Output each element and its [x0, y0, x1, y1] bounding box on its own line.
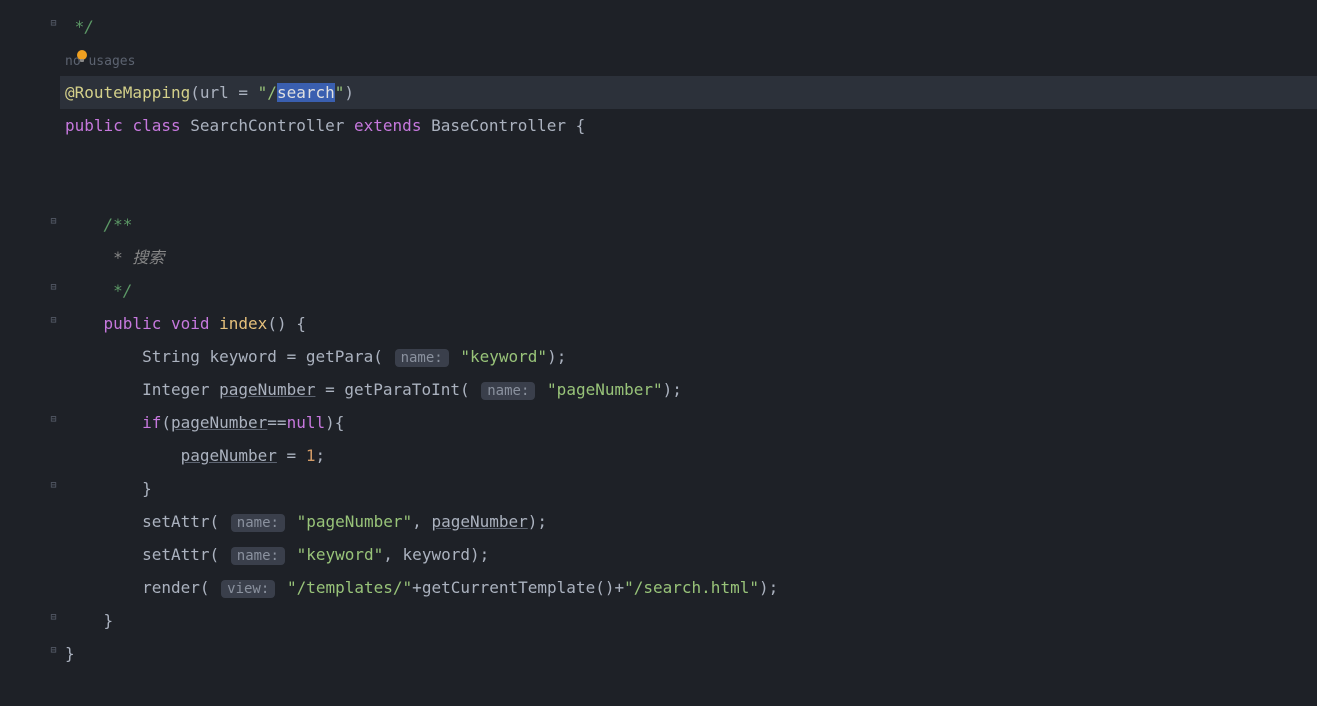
code-line[interactable]: } — [60, 604, 1317, 637]
param-hint: view: — [221, 580, 275, 598]
code-line[interactable]: /** — [60, 208, 1317, 241]
fold-marker[interactable]: ⊟ — [47, 314, 60, 327]
code-line[interactable]: * 搜索 — [60, 241, 1317, 274]
param-hint: name: — [395, 349, 449, 367]
fold-marker[interactable]: ⊟ — [47, 215, 60, 228]
code-area[interactable]: */ no usages @RouteMapping(url = "/searc… — [60, 0, 1317, 706]
selected-text: search — [277, 83, 335, 102]
fold-marker[interactable]: ⊟ — [47, 281, 60, 294]
comment-end: */ — [75, 17, 94, 36]
code-line[interactable]: pageNumber = 1; — [60, 439, 1317, 472]
param-hint: name: — [231, 514, 285, 532]
fold-marker[interactable]: ⊟ — [47, 17, 60, 30]
code-line[interactable] — [60, 175, 1317, 208]
code-line[interactable]: no usages — [60, 43, 1317, 76]
code-line[interactable]: setAttr( name: "keyword", keyword); — [60, 538, 1317, 571]
code-line[interactable]: } — [60, 472, 1317, 505]
code-line[interactable]: */ — [60, 274, 1317, 307]
code-editor[interactable]: ⊟ ⊟ ⊟ ⊟ ⊟ ⊟ ⊟ ⊟ */ no usages @RouteMappi… — [0, 0, 1317, 706]
fold-marker[interactable]: ⊟ — [47, 644, 60, 657]
code-line[interactable]: render( view: "/templates/"+getCurrentTe… — [60, 571, 1317, 604]
param-hint: name: — [231, 547, 285, 565]
code-line[interactable]: } — [60, 637, 1317, 670]
fold-marker[interactable]: ⊟ — [47, 479, 60, 492]
fold-marker[interactable]: ⊟ — [47, 611, 60, 624]
param-hint: name: — [481, 382, 535, 400]
code-line[interactable]: */ — [60, 10, 1317, 43]
code-line-highlighted[interactable]: @RouteMapping(url = "/search") — [60, 76, 1317, 109]
code-line[interactable]: setAttr( name: "pageNumber", pageNumber)… — [60, 505, 1317, 538]
fold-marker[interactable]: ⊟ — [47, 413, 60, 426]
code-line[interactable]: public class SearchController extends Ba… — [60, 109, 1317, 142]
code-line[interactable]: public void index() { — [60, 307, 1317, 340]
intention-bulb-icon[interactable] — [74, 48, 90, 64]
code-line[interactable]: Integer pageNumber = getParaToInt( name:… — [60, 373, 1317, 406]
annotation: @RouteMapping — [65, 83, 190, 102]
code-line[interactable]: if(pageNumber==null){ — [60, 406, 1317, 439]
code-line[interactable]: String keyword = getPara( name: "keyword… — [60, 340, 1317, 373]
gutter: ⊟ ⊟ ⊟ ⊟ ⊟ ⊟ ⊟ ⊟ — [0, 0, 60, 706]
code-line[interactable] — [60, 142, 1317, 175]
